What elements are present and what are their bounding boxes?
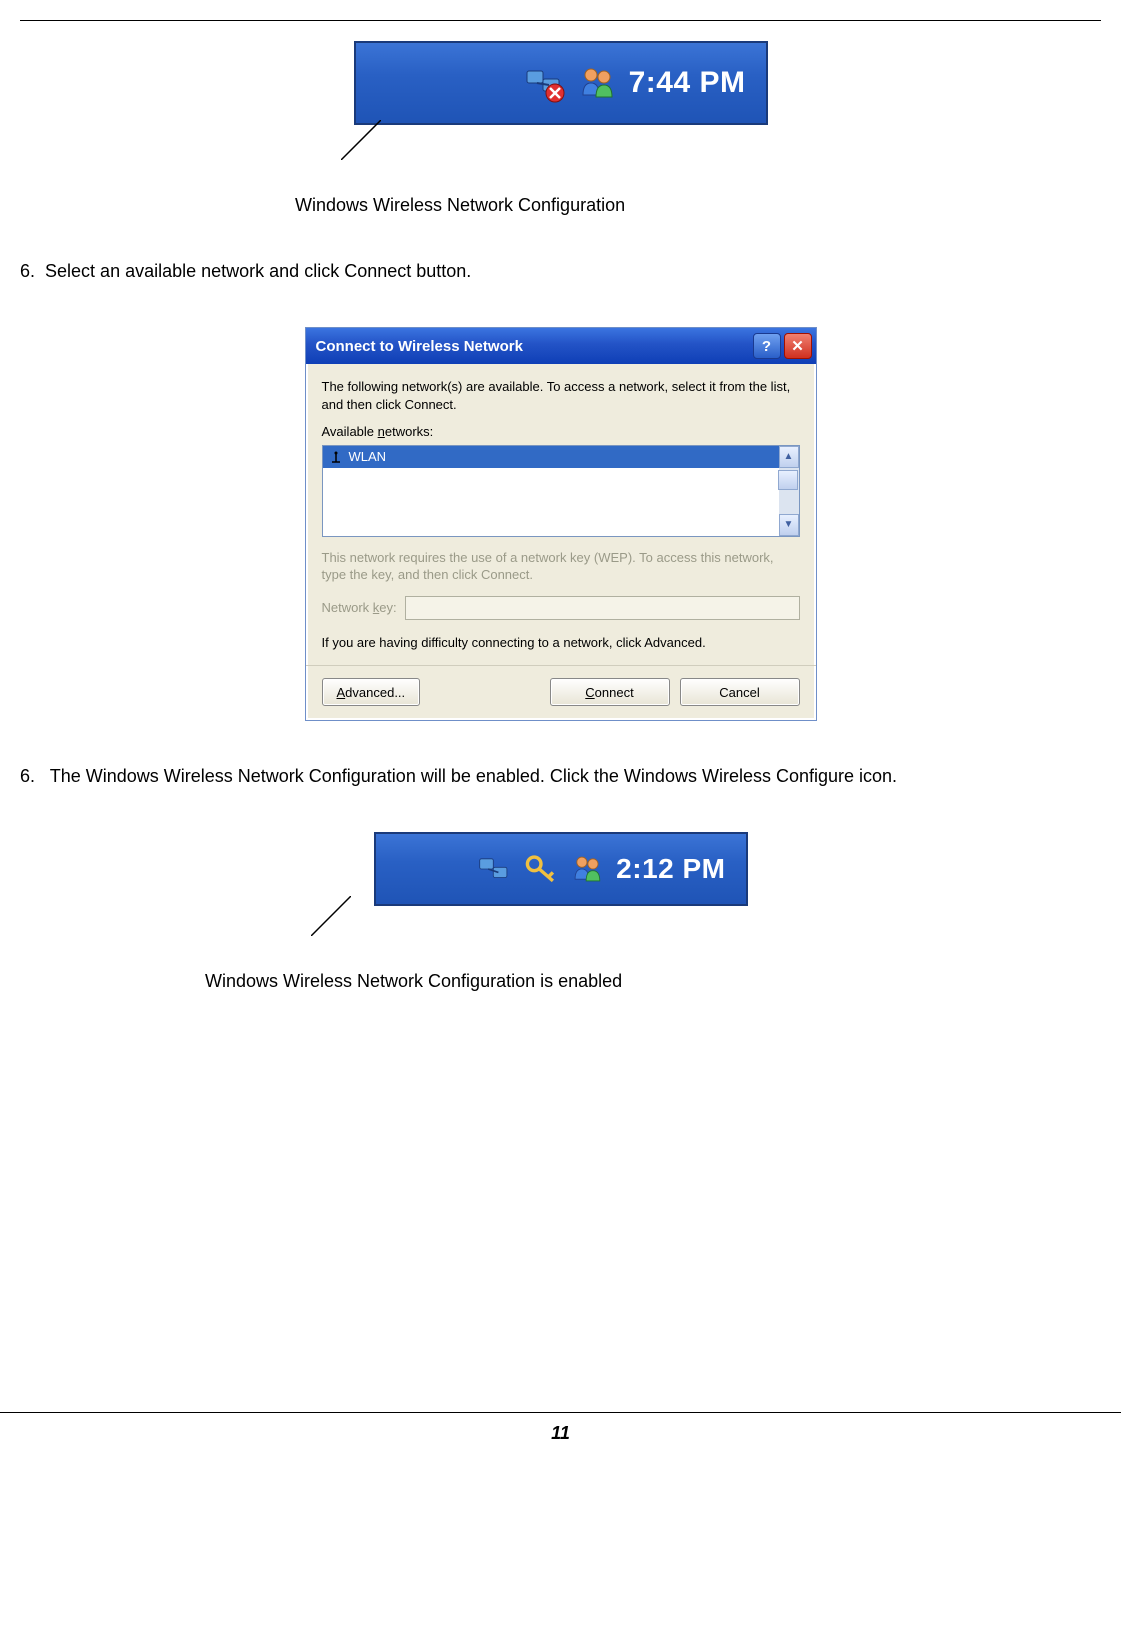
clock-text: 2:12 PM — [616, 853, 725, 885]
network-icon — [478, 852, 512, 886]
network-disconnected-icon — [525, 63, 565, 103]
available-networks-listbox[interactable]: WLAN ▲ ▼ — [322, 445, 800, 537]
cancel-button[interactable]: Cancel — [680, 678, 800, 706]
advanced-hint-text: If you are having difficulty connecting … — [322, 634, 800, 652]
leader-line-icon — [341, 120, 381, 160]
network-key-label: Network key: — [322, 599, 397, 617]
instruction-step: 6. Select an available network and click… — [20, 261, 1101, 282]
connect-button[interactable]: Connect — [550, 678, 670, 706]
step-text: Select an available network and click Co… — [45, 261, 471, 281]
system-tray: 2:12 PM — [374, 832, 748, 906]
scroll-down-button[interactable]: ▼ — [779, 514, 799, 536]
step-number: 6. — [20, 766, 35, 786]
scrollbar[interactable]: ▲ ▼ — [779, 446, 799, 536]
help-button[interactable]: ? — [753, 333, 781, 359]
dialog-title: Connect to Wireless Network — [316, 338, 523, 355]
users-icon — [577, 63, 617, 103]
scrollbar-thumb[interactable] — [778, 470, 798, 490]
clock-text: 7:44 PM — [629, 66, 746, 100]
antenna-icon — [329, 450, 343, 464]
step-number: 6. — [20, 261, 35, 281]
users-icon — [570, 852, 604, 886]
network-key-input[interactable] — [405, 596, 800, 620]
page-number: 11 — [0, 1413, 1121, 1459]
caption-text: Windows Wireless Network Configuration — [295, 195, 1101, 216]
system-tray: 7:44 PM — [354, 41, 768, 125]
available-networks-label: Available networks: — [322, 423, 800, 441]
caption-text: Windows Wireless Network Configuration i… — [205, 971, 1101, 992]
scroll-up-button[interactable]: ▲ — [779, 446, 799, 468]
advanced-button[interactable]: Advanced... — [322, 678, 421, 706]
instruction-step: 6. The Windows Wireless Network Configur… — [20, 766, 1101, 787]
dialog-titlebar[interactable]: Connect to Wireless Network ? ✕ — [306, 328, 816, 364]
step-text: The Windows Wireless Network Configurati… — [50, 766, 897, 786]
key-icon — [524, 852, 558, 886]
network-name: WLAN — [349, 448, 387, 466]
dialog-intro-text: The following network(s) are available. … — [322, 378, 800, 413]
leader-line-icon — [311, 896, 351, 936]
network-list-item[interactable]: WLAN — [323, 446, 779, 468]
connect-wireless-dialog: Connect to Wireless Network ? ✕ The foll… — [305, 327, 817, 721]
wep-hint-text: This network requires the use of a netwo… — [322, 549, 800, 584]
close-button[interactable]: ✕ — [784, 333, 812, 359]
